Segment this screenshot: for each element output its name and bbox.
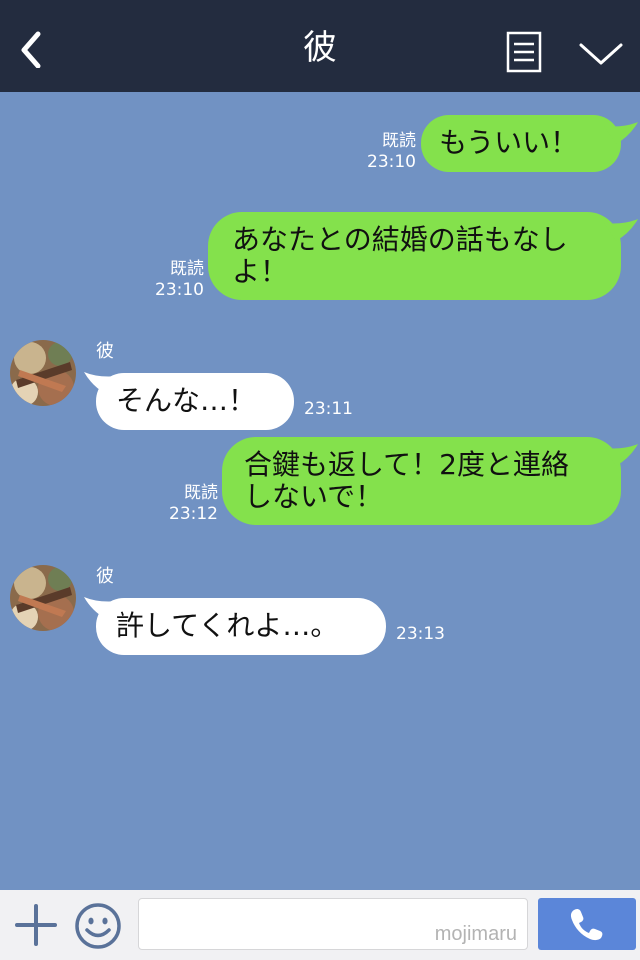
chat-area[interactable]: 既読 23:10 もういい！ 既読 23:10 あなたとの結婚の話もなし よ！ … — [0, 92, 640, 890]
message-time: 23:12 — [169, 504, 218, 524]
contact-avatar[interactable] — [10, 340, 76, 406]
avatar-photo — [10, 565, 76, 631]
message-read-status: 既読 23:10 — [150, 259, 204, 301]
watermark: mojimaru — [434, 923, 517, 945]
message-time: 23:10 — [155, 280, 204, 300]
message-time: 23:13 — [396, 624, 445, 644]
plus-icon — [15, 904, 57, 946]
read-label: 既読 — [382, 131, 416, 151]
message-text: 許してくれよ…。 — [116, 609, 339, 642]
message-bubble-outgoing[interactable]: 合鍵も返して！2度と連絡 しないで！ — [222, 437, 621, 525]
bubble-tail — [604, 122, 638, 144]
read-label: 既読 — [184, 483, 218, 503]
chevron-down-icon — [579, 43, 623, 65]
message-text-line: しないで！ — [244, 480, 384, 513]
message-text: もういい！ — [439, 126, 579, 159]
message-read-status: 既読 23:12 — [164, 483, 218, 525]
list-icon — [506, 31, 542, 73]
contact-avatar[interactable] — [10, 565, 76, 631]
chat-header: 彼 — [0, 0, 640, 92]
menu-button[interactable] — [506, 31, 542, 73]
message-bubble-incoming[interactable]: 許してくれよ…。 — [96, 598, 386, 655]
sender-name: 彼 — [96, 341, 114, 362]
avatar-photo — [10, 340, 76, 406]
smiley-icon — [75, 903, 121, 949]
message-bubble-outgoing[interactable]: もういい！ — [421, 115, 621, 172]
add-button[interactable] — [14, 903, 58, 947]
message-text: そんな…！ — [116, 384, 257, 417]
message-read-status: 既読 23:10 — [360, 131, 416, 173]
message-time: 23:11 — [304, 399, 353, 419]
message-text-line: あなたとの結婚の話もなし — [232, 223, 568, 256]
message-text-line: よ！ — [232, 255, 289, 288]
message-time: 23:10 — [367, 152, 416, 172]
message-bubble-outgoing[interactable]: あなたとの結婚の話もなし よ！ — [208, 212, 621, 300]
message-input[interactable]: mojimaru — [138, 898, 528, 950]
bubble-tail — [604, 444, 638, 466]
phone-icon — [570, 908, 603, 941]
message-text-line: 合鍵も返して！2度と連絡 — [244, 448, 569, 481]
message-bubble-incoming[interactable]: そんな…！ — [96, 373, 294, 430]
emoji-button[interactable] — [74, 902, 122, 950]
read-label: 既読 — [170, 259, 204, 279]
input-bar: mojimaru — [0, 890, 640, 960]
bubble-tail — [604, 219, 638, 241]
sender-name: 彼 — [96, 566, 114, 587]
call-button[interactable] — [538, 898, 636, 950]
chat-title: 彼 — [303, 28, 337, 68]
collapse-button[interactable] — [578, 40, 624, 68]
